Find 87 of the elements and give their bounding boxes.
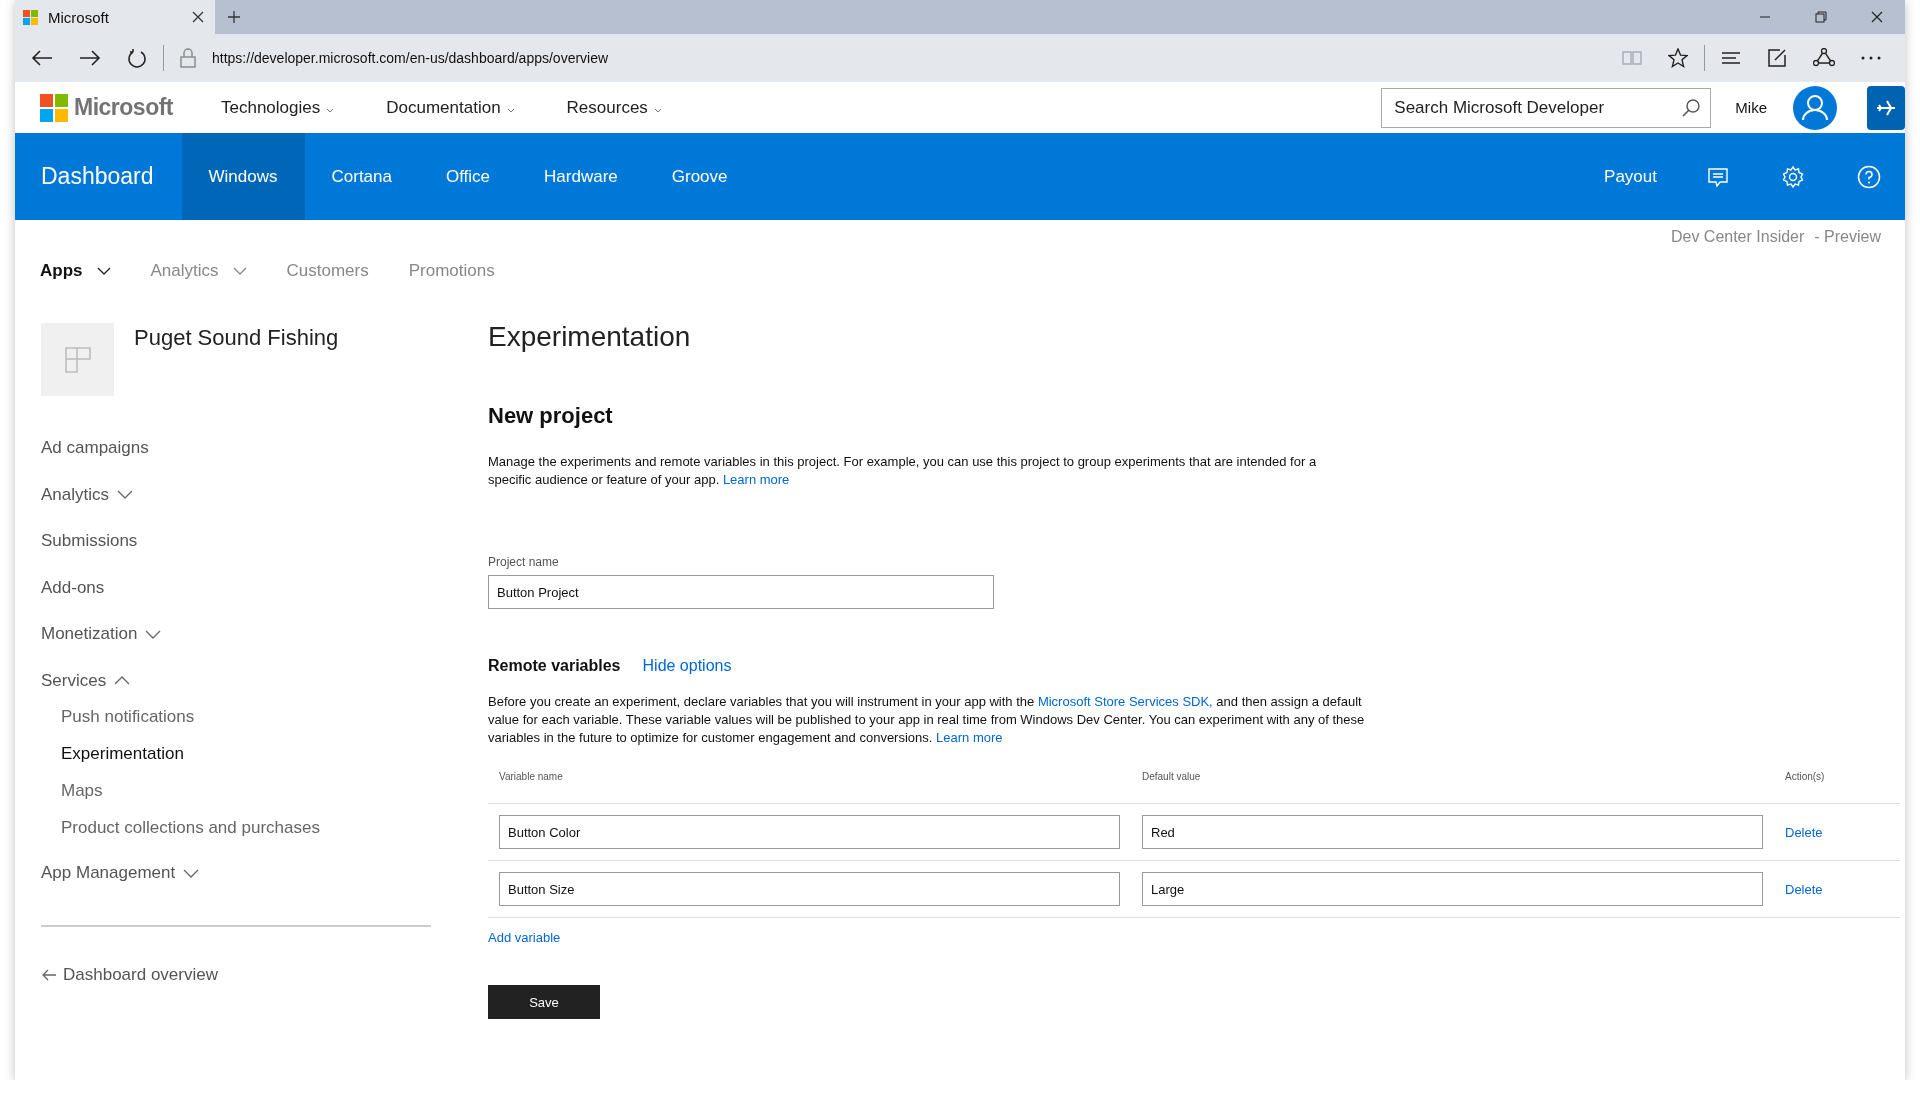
insider-suffix: - Preview xyxy=(1814,228,1881,247)
feedback-icon[interactable] xyxy=(1707,165,1729,188)
top-menu[interactable]: Technologies xyxy=(221,97,335,118)
share-icon[interactable] xyxy=(1813,48,1835,68)
sub-nav-tab[interactable]: Customers xyxy=(286,258,369,284)
top-menu[interactable]: Resources xyxy=(566,97,662,118)
refresh-icon[interactable] xyxy=(127,48,147,68)
default-value-field[interactable]: Large xyxy=(1142,872,1763,906)
note-icon[interactable] xyxy=(1767,48,1787,68)
chevron-icon xyxy=(326,107,335,113)
sidebar-item[interactable]: App Management xyxy=(41,850,200,897)
field-label: Project name xyxy=(488,555,559,569)
sidebar-subitem[interactable]: Product collections and purchases xyxy=(61,809,320,846)
hide-options-link[interactable]: Hide options xyxy=(642,657,732,675)
intro-text: Manage the experiments and remote variables in this project. For example, you can use this project to group experiments that are intended for a specific audience or feature of your app. Learn more xyxy=(488,453,1318,489)
variable-name-field[interactable]: Button Color xyxy=(499,815,1120,849)
back-arrow-icon xyxy=(41,968,57,981)
top-menu[interactable]: Documentation xyxy=(386,97,515,118)
chevron-icon xyxy=(232,267,247,275)
restore-icon[interactable] xyxy=(1815,11,1827,23)
close-icon[interactable] xyxy=(1871,11,1883,23)
dashboard-title[interactable]: Dashboard xyxy=(15,133,182,220)
lock-icon xyxy=(180,48,196,68)
variable-name-field[interactable]: Button Size xyxy=(499,872,1120,906)
address-field[interactable]: https://developer.microsoft.com/en-us/dashboard/apps/overview xyxy=(212,50,609,66)
microsoft-logo-icon xyxy=(40,93,68,122)
forward-icon[interactable] xyxy=(79,49,101,67)
save-button[interactable]: Save xyxy=(488,985,600,1019)
nav-tab[interactable]: Cortana xyxy=(304,133,419,220)
hub-icon[interactable] xyxy=(1721,50,1741,66)
default-value-field[interactable]: Red xyxy=(1142,815,1763,849)
avatar-icon[interactable] xyxy=(1793,85,1837,130)
logo-text[interactable]: Microsoft xyxy=(74,94,173,121)
windows-logo-icon xyxy=(23,9,38,25)
search-field[interactable]: Search Microsoft Developer xyxy=(1381,87,1712,128)
learn-more-link[interactable]: Learn more xyxy=(722,472,790,487)
search-icon[interactable] xyxy=(1681,97,1702,118)
chevron-icon xyxy=(114,676,131,686)
airplane-icon[interactable] xyxy=(1867,85,1905,130)
new-tab-icon[interactable] xyxy=(227,10,241,24)
sdk-link[interactable]: Microsoft Store Services SDK, xyxy=(1037,694,1213,709)
sidebar-item[interactable]: Submissions xyxy=(41,518,138,565)
chevron-icon xyxy=(653,107,662,113)
more-icon[interactable] xyxy=(1861,55,1881,61)
section-title: Remote variables xyxy=(488,657,621,675)
tab-title: Microsoft xyxy=(48,8,110,26)
sidebar-item[interactable]: Ad campaigns xyxy=(41,425,149,472)
column-header: Action(s) xyxy=(1785,771,1826,782)
browser-tab[interactable]: Microsoft xyxy=(15,0,215,34)
nav-tab[interactable]: Office xyxy=(419,133,518,220)
insider-label: Dev Center Insider xyxy=(1670,228,1805,247)
user-name[interactable]: Mike xyxy=(1735,99,1767,116)
app-name: Puget Sound Fishing xyxy=(134,325,339,352)
nav-tab[interactable]: Groove xyxy=(644,133,755,220)
dashboard-overview-link[interactable]: Dashboard overview xyxy=(41,964,218,985)
chevron-icon xyxy=(117,490,134,500)
sidebar-subitem[interactable]: Experimentation xyxy=(61,735,184,772)
chevron-icon xyxy=(506,107,515,113)
page-title: Experimentation xyxy=(488,321,691,353)
add-variable-link[interactable]: Add variable xyxy=(488,930,561,945)
back-icon[interactable] xyxy=(31,49,53,67)
sub-nav-tab[interactable]: Apps xyxy=(40,258,111,284)
sidebar-item[interactable]: Monetization xyxy=(41,611,162,658)
sidebar-subitem[interactable]: Maps xyxy=(61,772,103,809)
chevron-icon xyxy=(183,868,200,878)
sidebar-item[interactable]: Add-ons xyxy=(41,564,105,611)
remote-variables-text: Before you create an experiment, declare variables that you will instrument in your app with the Microsoft Store Services SDK, and then assign a default value for each variable. These variable values will be published to your app in real time from Windows Dev Center. You can experiment with any of these variables in the future to optimize for customer engagement and conversions. Learn more xyxy=(488,693,1366,747)
project-name-field[interactable]: Button Project xyxy=(488,575,994,609)
section-title: New project xyxy=(488,403,613,429)
delete-link[interactable]: Delete xyxy=(1785,881,1823,897)
column-header: Default value xyxy=(1142,771,1202,782)
delete-link[interactable]: Delete xyxy=(1785,824,1823,840)
chevron-icon xyxy=(145,629,162,639)
help-icon[interactable] xyxy=(1857,164,1881,189)
app-placeholder-icon xyxy=(64,346,91,373)
payout-link[interactable]: Payout xyxy=(1604,133,1657,220)
sub-nav-tab[interactable]: Promotions xyxy=(408,258,495,284)
star-icon[interactable] xyxy=(1668,48,1688,68)
nav-tab[interactable]: Hardware xyxy=(517,133,645,220)
close-icon[interactable] xyxy=(191,10,205,24)
learn-more-link[interactable]: Learn more xyxy=(936,730,1003,745)
chevron-icon xyxy=(96,267,111,275)
column-header: Variable name xyxy=(499,771,564,782)
sub-nav-tab[interactable]: Analytics xyxy=(150,258,247,284)
sidebar-item[interactable]: Analytics xyxy=(41,471,134,518)
nav-tab[interactable]: Windows xyxy=(181,133,305,220)
settings-icon[interactable] xyxy=(1781,164,1805,189)
